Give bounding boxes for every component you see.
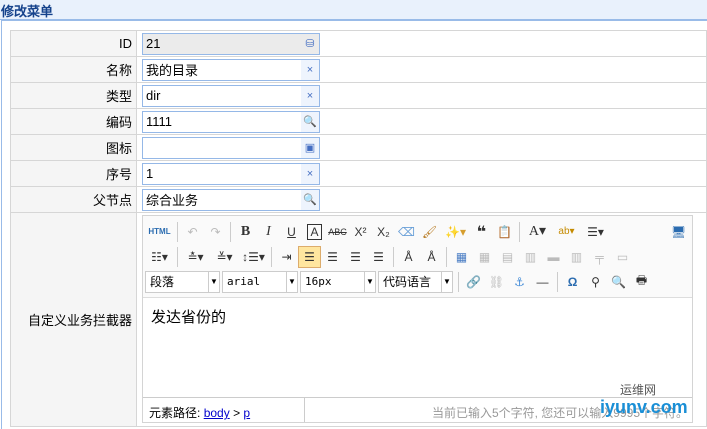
clear-icon[interactable]: ×	[301, 163, 319, 184]
panel-title: 修改菜单	[1, 4, 54, 19]
background-color-icon[interactable]: ab▾	[552, 221, 581, 243]
field-input[interactable]: 1 ×	[142, 162, 320, 185]
field-value[interactable]: 1111	[143, 114, 301, 129]
redo-icon[interactable]: ↷	[204, 221, 227, 243]
row-spacing-top-icon[interactable]: ≛▾	[181, 246, 210, 268]
paste-text-icon[interactable]: 📋	[493, 221, 516, 243]
html-source-button[interactable]: HTML	[145, 221, 174, 243]
delete-col-icon[interactable]: ╤	[588, 246, 611, 268]
row-spacing-bottom-icon[interactable]: ≚▾	[210, 246, 239, 268]
path-p-link[interactable]: p	[243, 406, 250, 420]
element-path: 元素路径: body > p	[143, 398, 305, 422]
bold-icon[interactable]: B	[234, 221, 257, 243]
preview-icon[interactable]: 🔍	[607, 271, 630, 293]
italic-icon[interactable]: I	[257, 221, 280, 243]
paragraph-select[interactable]: 段落 ▼	[145, 270, 220, 293]
field-value[interactable]: dir	[143, 88, 301, 103]
insert-caption-icon[interactable]: ▤	[496, 246, 519, 268]
search-icon[interactable]: 🔍	[301, 111, 319, 132]
form-row: 父节点 综合业务 🔍	[10, 186, 707, 213]
justify-icon[interactable]: ☰	[367, 246, 390, 268]
form-row: ID 21 ⛁	[10, 30, 707, 57]
line-height-icon[interactable]: ↕☰▾	[239, 246, 268, 268]
form-row: 图标 ▣	[10, 134, 707, 161]
path-body-link[interactable]: body	[204, 406, 230, 420]
field-label: 类型	[10, 82, 137, 109]
field-label: 自定义业务拦截器	[10, 212, 137, 427]
delete-table-icon[interactable]: ▦	[473, 246, 496, 268]
align-left-icon[interactable]: ☰	[298, 245, 321, 268]
undo-icon[interactable]: ↶	[181, 221, 204, 243]
blockquote-icon[interactable]: ❝	[470, 221, 493, 243]
field-label: 图标	[10, 134, 137, 161]
insert-row-icon[interactable]: ▥	[519, 246, 542, 268]
field-input[interactable]: dir ×	[142, 84, 320, 107]
icon-picker-icon[interactable]: ▣	[301, 137, 319, 158]
subscript-icon[interactable]: X₂	[372, 221, 395, 243]
form-row: 名称 我的目录 ×	[10, 56, 707, 83]
rich-text-editor: HTML ↶ ↷ B I U A ABC X² X₂ ⌫ 🖌 ✨▾ ❝ 📋 A▾…	[142, 215, 693, 423]
auto-format-icon[interactable]: ✨▾	[441, 221, 470, 243]
underline-icon[interactable]: U	[280, 221, 303, 243]
insert-col-icon[interactable]: ▥	[565, 246, 588, 268]
eraser-icon[interactable]: ⌫	[395, 221, 418, 243]
form-row: 编码 1111 🔍	[10, 108, 707, 135]
panel-header: 修改菜单	[0, 0, 707, 20]
field-label: 编码	[10, 108, 137, 135]
fullscreen-icon[interactable]: 🖥	[667, 221, 690, 243]
horizontal-rule-icon[interactable]: —	[531, 271, 554, 293]
field-label: 序号	[10, 160, 137, 187]
code-language-select[interactable]: 代码语言 ▼	[378, 270, 453, 293]
search-icon[interactable]: 🔍	[301, 189, 319, 210]
insert-table-icon[interactable]: ▦	[450, 246, 473, 268]
link-icon[interactable]: 🔗	[462, 271, 485, 293]
field-value[interactable]: 我的目录	[143, 60, 301, 79]
rtl-icon[interactable]: Å	[397, 246, 420, 268]
clear-icon[interactable]: ×	[301, 85, 319, 106]
format-brush-icon[interactable]: 🖌	[418, 221, 441, 243]
merge-cells-icon[interactable]: ▭	[611, 246, 634, 268]
ordered-list-icon[interactable]: ☰▾	[581, 221, 610, 243]
watermark-en: iyunv.com	[600, 397, 688, 417]
print-icon[interactable]: 🖶	[630, 271, 653, 293]
field-input[interactable]: 我的目录 ×	[142, 58, 320, 81]
delete-row-icon[interactable]: ▬	[542, 246, 565, 268]
field-value[interactable]: 综合业务	[143, 190, 301, 209]
form-row: 类型 dir ×	[10, 82, 707, 109]
field-input[interactable]: ▣	[142, 136, 320, 159]
field-label: 名称	[10, 56, 137, 83]
search-replace-icon[interactable]: ⚲	[584, 271, 607, 293]
editor-toolbar: HTML ↶ ↷ B I U A ABC X² X₂ ⌫ 🖌 ✨▾ ❝ 📋 A▾…	[143, 216, 692, 298]
field-input[interactable]: 综合业务 🔍	[142, 188, 320, 211]
field-label: ID	[10, 30, 137, 57]
align-center-icon[interactable]: ☰	[321, 246, 344, 268]
editor-content[interactable]: 发达省份的	[143, 298, 692, 398]
field-label: 父节点	[10, 186, 137, 213]
font-family-select[interactable]: arial ▼	[222, 270, 298, 293]
field-input[interactable]: 21 ⛁	[142, 32, 320, 55]
clear-icon[interactable]: ×	[301, 59, 319, 80]
menu-form: ID 21 ⛁ 名称 我的目录 × 类型 dir × 编码 1111 🔍 图标 ▣ 序号 1 × 父节…	[10, 30, 707, 427]
unlink-icon[interactable]: ⛓	[485, 271, 508, 293]
path-separator: >	[233, 406, 241, 420]
anchor-icon[interactable]: ⚓	[508, 271, 531, 293]
strikethrough-icon[interactable]: ABC	[326, 221, 349, 243]
unordered-list-icon[interactable]: ☷▾	[145, 246, 174, 268]
superscript-icon[interactable]: X²	[349, 221, 372, 243]
ltr-icon[interactable]: Å	[420, 246, 443, 268]
font-border-icon[interactable]: A	[303, 221, 326, 243]
database-add-icon[interactable]: ⛁	[301, 33, 319, 54]
form-row: 序号 1 ×	[10, 160, 707, 187]
field-value[interactable]: 21	[143, 36, 301, 51]
element-path-label: 元素路径:	[149, 406, 201, 420]
indent-icon[interactable]: ⇥	[275, 246, 298, 268]
watermark-cn: 运维网	[620, 383, 657, 397]
field-input[interactable]: 1111 🔍	[142, 110, 320, 133]
special-chars-icon[interactable]: Ω	[561, 271, 584, 293]
field-value[interactable]: 1	[143, 166, 301, 181]
font-color-icon[interactable]: A▾	[523, 221, 552, 243]
font-size-select[interactable]: 16px ▼	[300, 270, 376, 293]
align-right-icon[interactable]: ☰	[344, 246, 367, 268]
